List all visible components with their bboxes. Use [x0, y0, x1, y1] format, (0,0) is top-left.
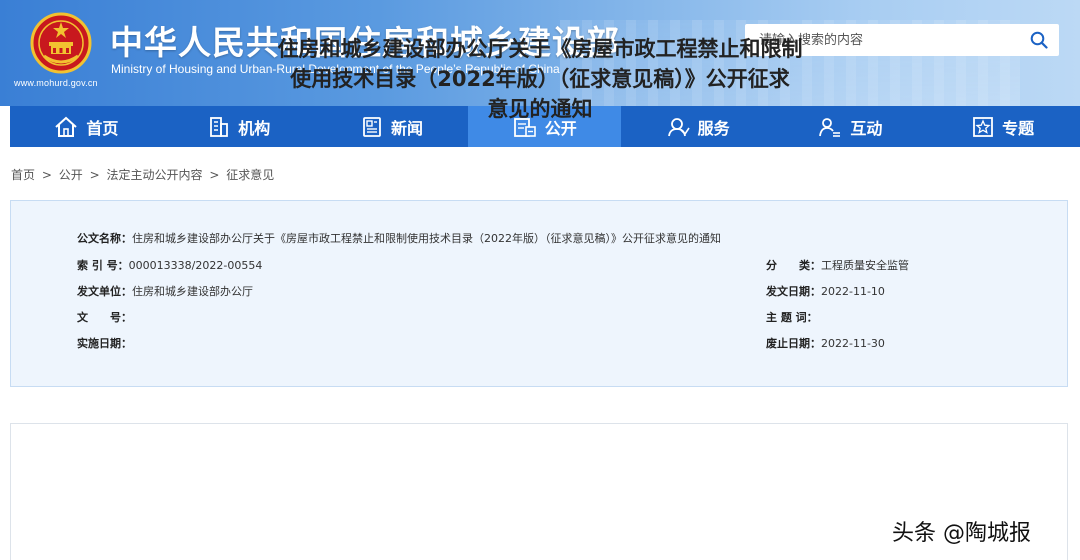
article-title-line: 意见的通知 [487, 97, 593, 121]
meta-issuer: 发文单位：住房和城乡建设部办公厅 [77, 283, 253, 299]
article-title-line: 住房和城乡建设部办公厅关于《房屋市政工程禁止和限制 [277, 37, 803, 61]
meta-label: 发文日期： [766, 285, 821, 298]
breadcrumb-separator: > [209, 168, 220, 182]
breadcrumb: 首页 > 公开 > 法定主动公开内容 > 征求意见 [11, 166, 277, 183]
meta-expiry-date: 废止日期：2022-11-30 [766, 335, 885, 351]
meta-value: 2022-11-10 [821, 285, 885, 298]
meta-label: 分 类： [766, 259, 821, 272]
meta-issue-date: 发文日期：2022-11-10 [766, 283, 885, 299]
document-info-box: 公文名称：住房和城乡建设部办公厅关于《房屋市政工程禁止和限制使用技术目录（202… [10, 200, 1068, 387]
meta-label: 实施日期： [77, 337, 132, 350]
meta-keywords: 主 题 词： [766, 309, 818, 325]
meta-label: 索 引 号： [77, 259, 129, 272]
breadcrumb-separator: > [41, 168, 52, 182]
meta-effective-date: 实施日期： [77, 335, 132, 351]
breadcrumb-home[interactable]: 首页 [11, 168, 35, 182]
article-title-line: 使用技术目录（2022年版）（征求意见稿）》公开征求 [290, 67, 790, 91]
meta-category: 分 类：工程质量安全监管 [766, 257, 909, 273]
meta-value: 工程质量安全监管 [821, 259, 909, 272]
meta-label: 发文单位： [77, 285, 132, 298]
watermark: 头条 @陶城报 [892, 521, 1031, 546]
meta-label: 主 题 词： [766, 311, 818, 324]
breadcrumb-open[interactable]: 公开 [59, 168, 83, 182]
meta-value: 住房和城乡建设部办公厅关于《房屋市政工程禁止和限制使用技术目录（2022年版）（… [132, 232, 721, 245]
meta-value: 2022-11-30 [821, 337, 885, 350]
meta-label: 文 号： [77, 311, 132, 324]
meta-label: 废止日期： [766, 337, 821, 350]
breadcrumb-consultation[interactable]: 征求意见 [226, 168, 274, 182]
meta-index: 索 引 号：000013338/2022-00554 [77, 257, 262, 273]
meta-value: 000013338/2022-00554 [128, 259, 263, 272]
meta-doc-no: 文 号： [77, 309, 132, 325]
breadcrumb-separator: > [89, 168, 100, 182]
article-title: 住房和城乡建设部办公厅关于《房屋市政工程禁止和限制 使用技术目录（2022年版）… [0, 34, 1080, 124]
meta-label: 公文名称： [77, 232, 132, 245]
meta-doc-name: 公文名称：住房和城乡建设部办公厅关于《房屋市政工程禁止和限制使用技术目录（202… [77, 230, 721, 246]
breadcrumb-statutory[interactable]: 法定主动公开内容 [106, 168, 202, 182]
meta-value: 住房和城乡建设部办公厅 [132, 285, 253, 298]
